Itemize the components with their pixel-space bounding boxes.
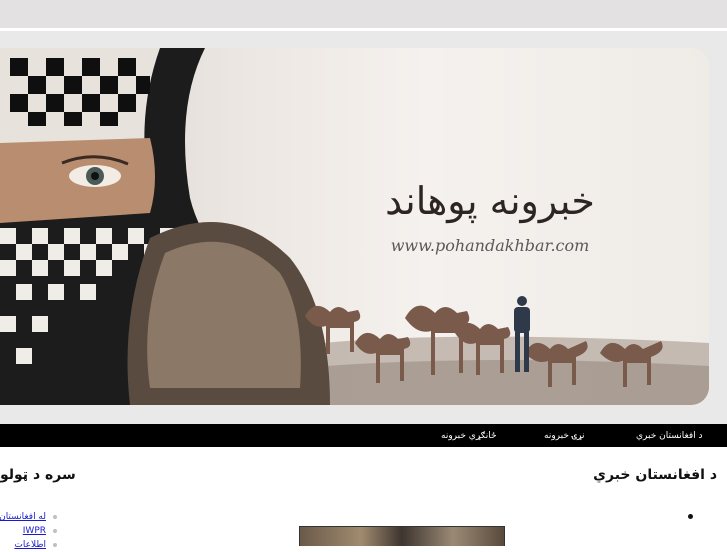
banner-title: خبرونه پوهاند — [385, 179, 595, 223]
top-strip — [0, 0, 727, 28]
list-item: اطلاعات — [0, 538, 60, 552]
list-bullet — [688, 514, 693, 519]
section-heading: د افغانستان خبري — [593, 467, 717, 483]
sidebar-heading: سره د ټولو — [0, 467, 76, 483]
sidebar-link[interactable]: اطلاعات — [14, 538, 46, 552]
nav-item-special-news[interactable]: ځانګړي خبرونه — [441, 428, 497, 444]
bullet-icon — [53, 543, 57, 547]
banner-url: www.pohandakhbar.com — [390, 236, 590, 255]
bullet-icon — [53, 529, 57, 533]
header-banner: خبرونه پوهاند www.pohandakhbar.com — [0, 48, 709, 405]
nav-item-afghanistan-news[interactable]: د افغانستان خبري — [636, 428, 703, 444]
news-thumbnail[interactable] — [299, 526, 505, 546]
nav-item-world-news[interactable]: نړۍ خبرونه — [544, 428, 585, 444]
bullet-icon — [53, 515, 57, 519]
list-item: IWPR — [0, 524, 60, 538]
nav-bar: د افغانستان خبري نړۍ خبرونه ځانګړي خبرون… — [0, 424, 727, 447]
sidebar-links: له افغانستان IWPR اطلاعات — [0, 510, 60, 552]
sidebar-link[interactable]: IWPR — [23, 524, 46, 538]
list-item: له افغانستان — [0, 510, 60, 524]
main-content: د افغانستان خبري سره د ټولو له افغانستان… — [0, 447, 727, 550]
banner-illustration — [0, 48, 709, 405]
sidebar-link[interactable]: له افغانستان — [0, 510, 46, 524]
